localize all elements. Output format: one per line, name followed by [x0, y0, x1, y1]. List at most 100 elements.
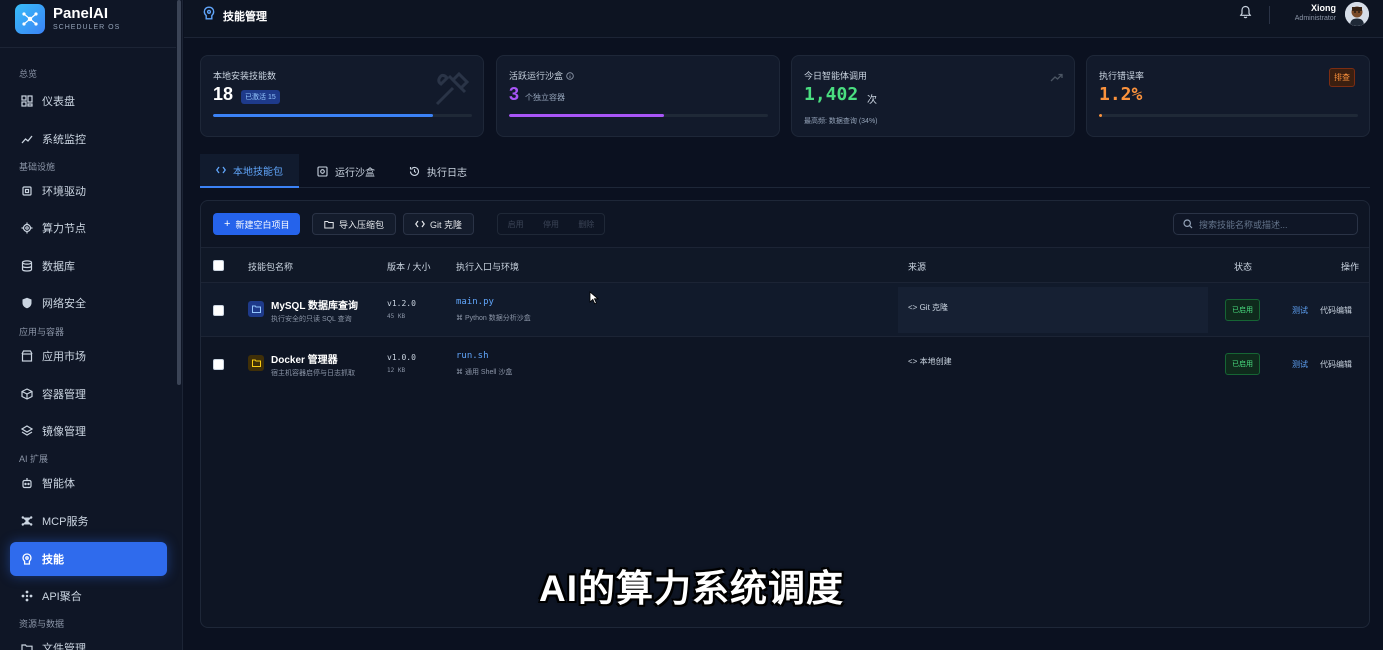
sidebar-scrollbar[interactable] — [177, 0, 181, 385]
store-icon — [20, 350, 33, 363]
package-version: v1.2.0 — [387, 299, 416, 308]
test-button[interactable]: 测试 — [1292, 359, 1308, 370]
stat-sub: 个独立容器 — [525, 93, 565, 102]
package-desc: 执行安全的只读 SQL 查询 — [271, 316, 352, 323]
stat-label: 执行错误率 — [1099, 71, 1145, 81]
progress-fill — [1099, 114, 1103, 117]
code-icon: <> — [908, 303, 920, 312]
batch-disable-button[interactable]: 停用 — [543, 219, 559, 230]
col-actions: 操作 — [1341, 262, 1360, 272]
package-name[interactable]: MySQL 数据库查询 — [271, 297, 358, 312]
sandbox-progress — [509, 114, 768, 117]
import-zip-button[interactable]: 导入压缩包 — [312, 213, 397, 235]
sidebar-item-label: 容器管理 — [42, 389, 86, 401]
installed-progress — [213, 114, 472, 117]
tab-label: 本地技能包 — [233, 166, 283, 178]
batch-enable-button[interactable]: 启用 — [508, 219, 524, 230]
top-header: 技能管理 Xiong Administrator — [184, 0, 1383, 38]
test-button[interactable]: 测试 — [1292, 305, 1308, 316]
dashboard-icon — [20, 95, 33, 108]
sidebar-item-monitor[interactable]: 系统监控 — [10, 122, 167, 156]
troubleshoot-button[interactable]: 排查 — [1329, 68, 1355, 87]
brand[interactable]: PanelAI SCHEDULER OS — [15, 4, 120, 34]
user-info[interactable]: Xiong Administrator — [1284, 3, 1336, 24]
sidebar: PanelAI SCHEDULER OS 总览 仪表盘 系统监控 基础设施 环境… — [0, 0, 183, 650]
stat-label: 本地安装技能数 — [213, 71, 277, 81]
package-desc: 宿主机容器启停与日志抓取 — [271, 370, 355, 377]
batch-delete-button[interactable]: 删除 — [578, 219, 594, 230]
col-name: 技能包名称 — [248, 262, 294, 272]
tab-local-skills[interactable]: 本地技能包 — [200, 154, 299, 188]
sidebar-item-env-driver[interactable]: 环境驱动 — [10, 174, 167, 208]
search-input[interactable]: 搜索技能名称或描述... — [1173, 213, 1358, 235]
package-name[interactable]: Docker 管理器 — [271, 351, 338, 366]
code-edit-button[interactable]: 代码编辑 — [1320, 305, 1352, 316]
new-project-button[interactable]: + 新建空白项目 — [213, 213, 301, 235]
sandbox-icon — [317, 165, 328, 177]
col-status: 状态 — [1234, 262, 1253, 272]
stat-label: 活跃运行沙盒 — [509, 69, 574, 82]
status-badge: 已启用 — [1225, 299, 1260, 321]
network-icon — [20, 515, 33, 528]
stat-unit: 次 — [867, 95, 877, 106]
divider — [0, 47, 176, 48]
sidebar-item-database[interactable]: 数据库 — [10, 249, 167, 283]
shield-icon — [20, 297, 33, 310]
stat-value: 1.2% — [1099, 84, 1143, 105]
code-icon: <> — [908, 357, 920, 366]
progress-fill — [509, 114, 665, 117]
folder-icon — [20, 642, 33, 650]
env-icon: ⌘ — [456, 369, 465, 376]
table-row[interactable]: MySQL 数据库查询 执行安全的只读 SQL 查询 v1.2.0 45 KB … — [201, 283, 1369, 337]
package-size: 12 KB — [387, 367, 406, 374]
group-label-apps: 应用与容器 — [19, 327, 65, 337]
source: <> 本地创建 — [908, 356, 952, 367]
plus-icon: + — [224, 218, 231, 230]
sidebar-item-label: MCP服务 — [42, 516, 89, 528]
row-checkbox[interactable] — [213, 305, 224, 316]
sidebar-item-label: 算力节点 — [42, 223, 86, 235]
avatar[interactable] — [1345, 2, 1369, 26]
page-title: 技能管理 — [223, 10, 267, 23]
env-icon: ⌘ — [456, 315, 465, 322]
brand-logo-icon — [15, 4, 45, 34]
stat-label: 今日智能体调用 — [804, 71, 868, 81]
sidebar-item-agents[interactable]: 智能体 — [10, 466, 167, 500]
sidebar-item-dashboard[interactable]: 仪表盘 — [10, 84, 167, 118]
sidebar-item-containers[interactable]: 容器管理 — [10, 377, 167, 411]
git-clone-button[interactable]: Git 克隆 — [403, 213, 475, 235]
database-icon — [20, 260, 33, 273]
table-row[interactable]: Docker 管理器 宿主机容器启停与日志抓取 v1.0.0 12 KB run… — [201, 337, 1369, 391]
bell-icon[interactable] — [1239, 5, 1252, 24]
stat-value: 18 — [213, 84, 234, 104]
source-text: 本地创建 — [919, 357, 952, 366]
col-version: 版本 / 大小 — [387, 262, 431, 272]
status-badge: 已启用 — [1225, 353, 1260, 375]
button-label: Git 克隆 — [430, 219, 463, 230]
row-checkbox[interactable] — [213, 359, 224, 370]
stat-sub: 最高频: 数据查询 (34%) — [804, 118, 878, 125]
brand-name: PanelAI — [53, 5, 109, 22]
divider — [1269, 6, 1270, 24]
batch-actions: 启用 停用 删除 — [497, 213, 605, 235]
entry-file: run.sh — [456, 351, 489, 361]
stat-label-text: 活跃运行沙盒 — [509, 71, 564, 81]
sidebar-item-compute-node[interactable]: 算力节点 — [10, 211, 167, 245]
tab-logs[interactable]: 执行日志 — [393, 154, 483, 188]
sidebar-item-images[interactable]: 镜像管理 — [10, 414, 167, 448]
select-all-checkbox[interactable] — [213, 260, 224, 271]
sidebar-item-security[interactable]: 网络安全 — [10, 286, 167, 320]
sidebar-item-files[interactable]: 文件管理 — [10, 631, 167, 650]
code-edit-button[interactable]: 代码编辑 — [1320, 359, 1352, 370]
folder-icon — [324, 220, 334, 229]
tab-sandbox[interactable]: 运行沙盒 — [301, 154, 391, 188]
info-icon[interactable] — [565, 71, 574, 82]
sidebar-item-label: 文件管理 — [42, 643, 86, 650]
tab-label: 运行沙盒 — [335, 167, 375, 179]
active-badge: 已激活 15 — [241, 90, 280, 104]
sidebar-item-mcp[interactable]: MCP服务 — [10, 504, 167, 538]
stat-card-installed: 本地安装技能数 18 已激活 15 — [200, 55, 484, 137]
stat-value: 3 — [509, 84, 520, 104]
sidebar-item-app-market[interactable]: 应用市场 — [10, 339, 167, 373]
sidebar-item-label: 智能体 — [42, 478, 75, 490]
